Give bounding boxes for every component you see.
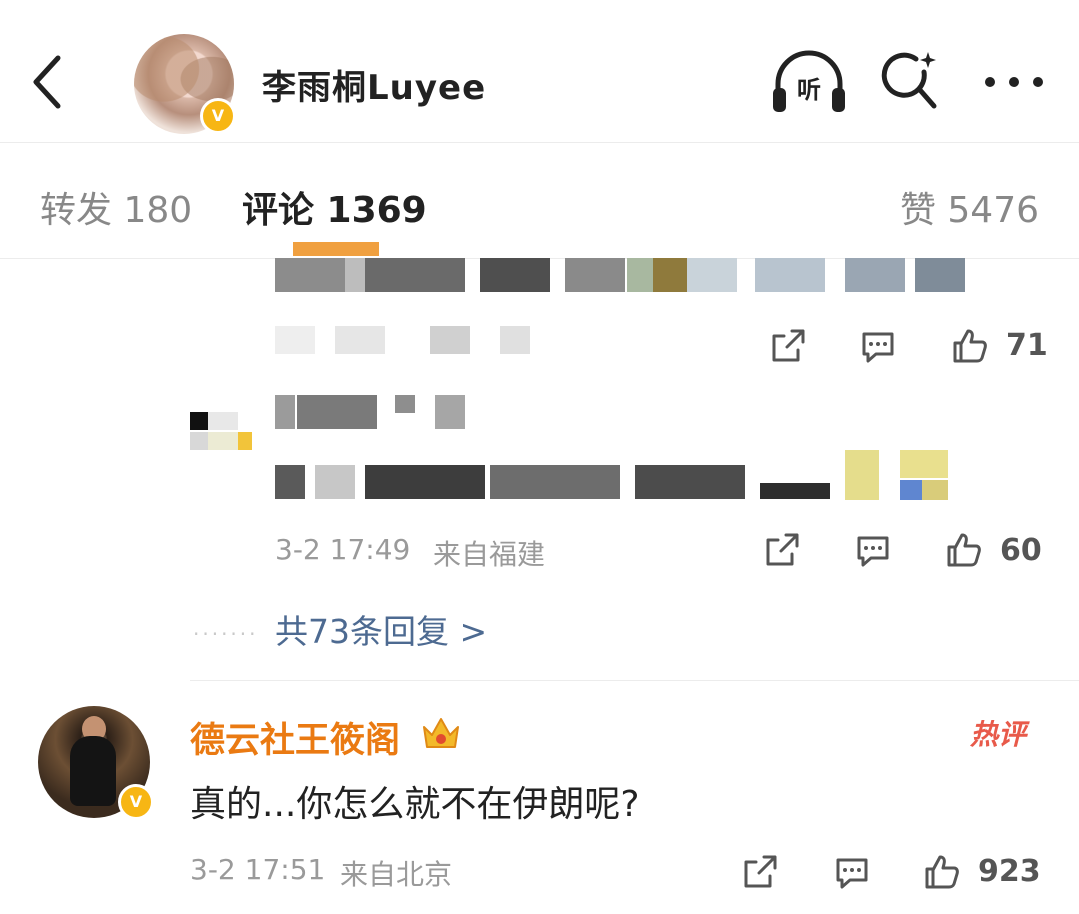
view-replies-link[interactable]: 共73条回复 > <box>275 605 487 653</box>
comment-bubble-icon[interactable] <box>858 326 898 366</box>
share-icon[interactable] <box>768 326 808 366</box>
thumbs-up-icon[interactable] <box>922 852 962 892</box>
tab-comment[interactable]: 评论 1369 <box>242 181 427 233</box>
replies-divider-dots: ······· <box>193 622 259 646</box>
page-title: 李雨桐Luyee <box>262 68 487 108</box>
listen-label: 听 <box>797 76 821 104</box>
comment-time: 3-2 17:49 <box>275 533 411 566</box>
comment-time: 3-2 17:51 <box>190 853 326 886</box>
back-chevron-icon[interactable] <box>28 52 68 112</box>
like-count: 60 <box>1000 533 1042 568</box>
verified-badge-icon: V <box>118 784 154 820</box>
like-count: 71 <box>1006 328 1048 363</box>
tab-repost[interactable]: 转发 180 <box>40 181 192 233</box>
search-sparkle-icon[interactable] <box>880 50 942 112</box>
verified-badge-icon: V <box>200 98 236 134</box>
pixelated-avatar <box>190 412 260 452</box>
comment-bubble-icon[interactable] <box>853 530 893 570</box>
thumbs-up-icon[interactable] <box>950 326 990 366</box>
hot-comment-badge: 热评 <box>970 718 1027 751</box>
author-avatar[interactable]: V <box>134 34 236 134</box>
comment-text: 真的...你怎么就不在伊朗呢? <box>190 784 640 825</box>
comment-location: 来自福建 <box>433 538 546 571</box>
comment-location: 来自北京 <box>340 858 453 891</box>
more-horizontal-icon[interactable] <box>982 70 1046 94</box>
tab-like[interactable]: 赞 5476 <box>900 181 1039 233</box>
headphones-icon[interactable]: 听 <box>770 50 848 116</box>
share-icon[interactable] <box>740 852 780 892</box>
avatar-image-body <box>70 736 116 806</box>
thumbs-up-icon[interactable] <box>944 530 984 570</box>
comment-divider <box>190 680 1079 681</box>
commenter-name[interactable]: 德云社王筱阁 <box>190 712 400 763</box>
pixelated-reply-text <box>275 395 955 505</box>
share-icon[interactable] <box>762 530 802 570</box>
top-bar: V 李雨桐Luyee 听 <box>0 0 1079 143</box>
like-count: 923 <box>978 854 1041 889</box>
comment-bubble-icon[interactable] <box>832 852 872 892</box>
commenter-avatar[interactable]: V <box>38 706 154 820</box>
crown-icon <box>423 718 459 748</box>
